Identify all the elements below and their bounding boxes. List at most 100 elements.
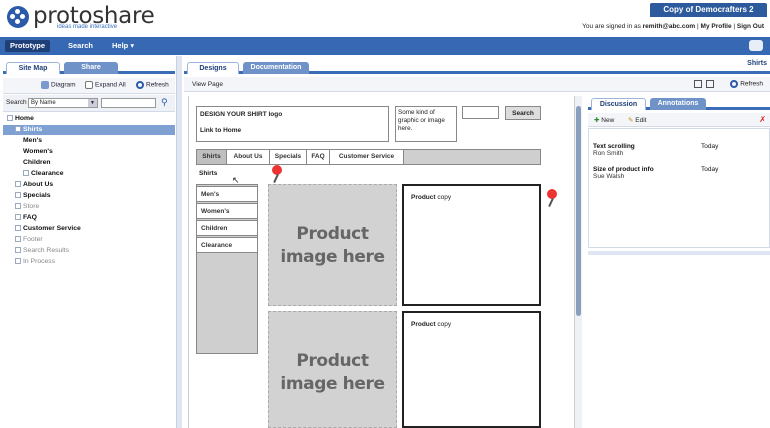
designs-refresh-button[interactable]: Refresh (730, 80, 763, 88)
wf-logo-box[interactable]: DESIGN YOUR SHIRT logo Link to Home (196, 106, 389, 142)
plus-icon: ✚ (594, 117, 600, 124)
expand-toggle-icon[interactable] (15, 258, 21, 265)
diagram-button[interactable]: Diagram (41, 81, 76, 89)
wf-nav-children[interactable]: Children (196, 220, 258, 236)
list-item[interactable]: Size of product info Sue Walsh (593, 166, 654, 180)
expand-toggle-icon[interactable] (15, 126, 21, 133)
left-splitter[interactable] (176, 56, 182, 428)
wf-link-home: Link to Home (200, 127, 242, 134)
search-icon[interactable]: ⚲ (161, 97, 168, 108)
center-tabs: Designs Documentation (184, 60, 770, 74)
item-author: Sue Walsh (593, 173, 625, 180)
panel-icon[interactable] (706, 80, 714, 88)
expand-toggle-icon[interactable] (23, 170, 29, 177)
wf-product-copy-1[interactable]: Product copy (402, 184, 541, 306)
new-button[interactable]: ✚ New (594, 116, 614, 124)
expand-toggle-icon[interactable] (15, 236, 21, 243)
tab-site-map[interactable]: Site Map (6, 62, 60, 74)
expand-toggle-icon[interactable] (15, 203, 21, 210)
tree-node-label: Store (23, 203, 40, 210)
expand-toggle-icon[interactable] (15, 247, 21, 254)
project-tab[interactable]: Copy of Democrafters 2 (650, 3, 767, 17)
tree-node-label: FAQ (23, 214, 37, 221)
sidebar-item-store[interactable]: Store (15, 202, 39, 212)
sidebar-item-customer-service[interactable]: Customer Service (15, 224, 81, 234)
expand-toggle-icon[interactable] (15, 214, 21, 221)
refresh-label: Refresh (146, 81, 169, 89)
item-date: Today (701, 166, 719, 173)
sidebar-item-home[interactable]: Home (7, 114, 34, 124)
sidebar-item-search-results[interactable]: Search Results (15, 246, 69, 256)
panel-splitter[interactable] (588, 251, 770, 255)
wf-tab-faq[interactable]: FAQ (307, 150, 330, 164)
sidebar-item-children[interactable]: Children (23, 158, 51, 168)
wf-product-image-2[interactable]: Product image here (268, 311, 397, 428)
delete-icon[interactable]: ✗ (759, 115, 766, 124)
expand-toggle-icon[interactable] (15, 192, 21, 199)
nav-search[interactable]: Search (63, 40, 98, 52)
expand-icon (85, 81, 93, 89)
wf-tab-shirts[interactable]: Shirts (197, 150, 227, 164)
wf-search-button[interactable]: Search (505, 106, 541, 120)
left-tabs: Site Map Share (3, 60, 175, 74)
wf-search-input[interactable] (462, 106, 499, 119)
signed-in-label: You are signed in as (582, 23, 641, 30)
expand-all-button[interactable]: Expand All (85, 81, 126, 89)
tab-discussion[interactable]: Discussion (591, 98, 646, 110)
tab-designs[interactable]: Designs (187, 62, 239, 74)
tree-node-label: Men's (23, 137, 42, 144)
sidebar-item-faq[interactable]: FAQ (15, 213, 37, 223)
sidebar-item-shirts[interactable]: Shirts (3, 125, 175, 135)
item-title: Size of product info (593, 166, 654, 173)
my-profile-link[interactable]: My Profile (701, 23, 732, 30)
wf-nav-clearance[interactable]: Clearance (196, 237, 258, 253)
wf-product-image-1[interactable]: Product image here (268, 184, 397, 306)
discussion-list: Text scrolling Ron Smith Today Size of pr… (588, 128, 770, 248)
canvas-scrollbar[interactable] (574, 96, 582, 428)
nav-prototype[interactable]: Prototype (5, 40, 51, 52)
sidebar-item-about-us[interactable]: About Us (15, 180, 53, 190)
wf-tab-about[interactable]: About Us (227, 150, 270, 164)
designs-refresh-label: Refresh (740, 80, 763, 88)
sidebar-item-specials[interactable]: Specials (15, 191, 51, 201)
wf-copy-bold: Product (411, 194, 436, 201)
sign-out-link[interactable]: Sign Out (737, 23, 764, 30)
right-tabs: Discussion Annotations (588, 96, 770, 110)
wf-nav-mens[interactable]: Men's (196, 186, 258, 202)
wf-nav-womens[interactable]: Women's (196, 203, 258, 219)
refresh-icon (136, 81, 144, 89)
sidebar-item-men-s[interactable]: Men's (23, 136, 42, 146)
expand-toggle-icon[interactable] (7, 115, 13, 122)
wf-tab-customer-service[interactable]: Customer Service (330, 150, 404, 164)
expand-toggle-icon[interactable] (15, 181, 21, 188)
tab-documentation[interactable]: Documentation (243, 62, 309, 74)
layout-icon[interactable] (694, 80, 702, 88)
sidebar-item-clearance[interactable]: Clearance (23, 169, 64, 179)
wf-logo-text: DESIGN YOUR SHIRT logo (200, 111, 283, 118)
search-by-select[interactable]: By Name ▼ (28, 98, 98, 108)
diagram-label: Diagram (51, 81, 76, 89)
view-page-link[interactable]: View Page (192, 81, 223, 88)
chat-icon[interactable] (749, 40, 763, 51)
wf-tab-specials[interactable]: Specials (270, 150, 307, 164)
nav-help[interactable]: Help ▾ (107, 40, 139, 52)
refresh-icon (730, 80, 739, 88)
annotation-pin-icon[interactable] (547, 189, 557, 199)
list-item[interactable]: Text scrolling Ron Smith (593, 143, 635, 157)
site-map-panel: Site Map Share Diagram Expand All Refres… (3, 60, 175, 428)
scrollbar-thumb[interactable] (576, 106, 581, 316)
search-input[interactable] (101, 98, 156, 108)
diagram-icon (41, 81, 49, 89)
refresh-button[interactable]: Refresh (136, 81, 169, 89)
sidebar-item-in-process[interactable]: In Process (15, 257, 55, 267)
wf-graphic-box[interactable]: Some kind of graphic or image here. (395, 106, 457, 142)
tab-annotations[interactable]: Annotations (650, 98, 706, 110)
sidebar-item-footer[interactable]: Footer (15, 235, 43, 245)
wf-product-copy-2[interactable]: Product copy (402, 311, 541, 428)
edit-button[interactable]: ✎ Edit (628, 116, 646, 124)
site-map-search: Search By Name ▼ ⚲ (3, 95, 175, 112)
expand-toggle-icon[interactable] (15, 225, 21, 232)
sidebar-item-women-s[interactable]: Women's (23, 147, 53, 157)
tab-share[interactable]: Share (64, 62, 118, 74)
annotation-pin-icon[interactable] (272, 165, 282, 175)
